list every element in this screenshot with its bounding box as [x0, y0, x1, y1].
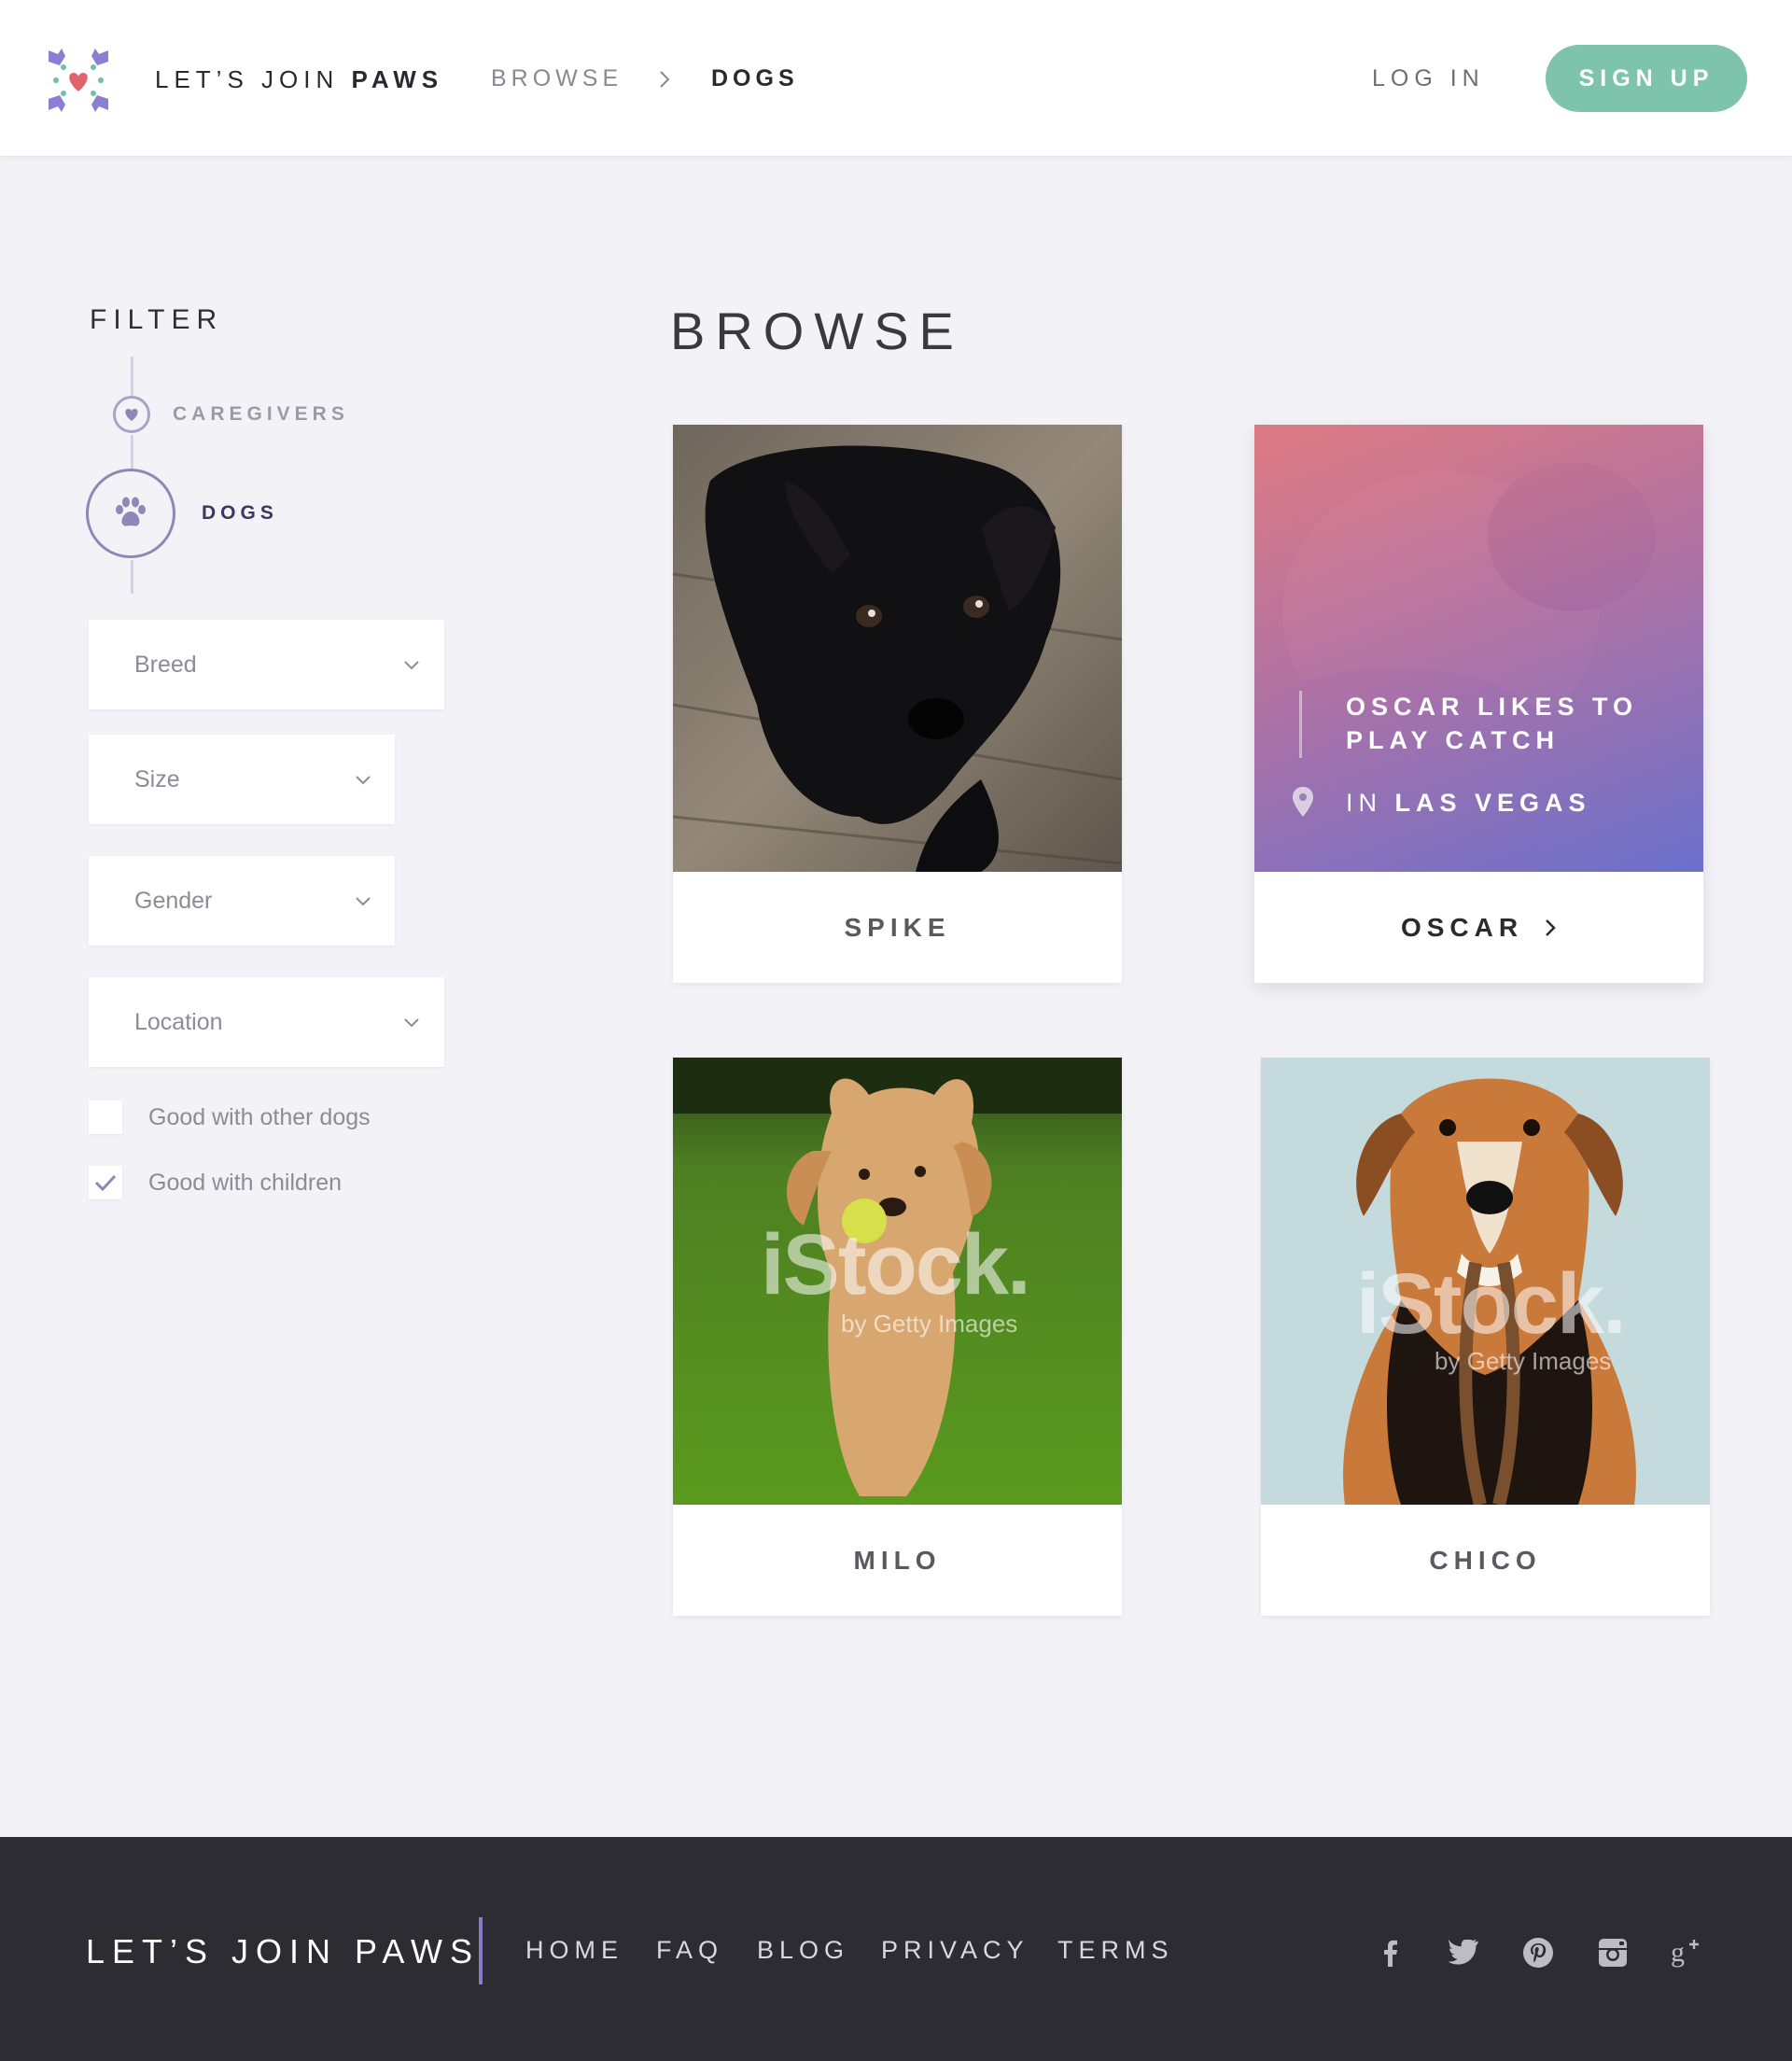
- footer-link-privacy[interactable]: PRIVACY: [881, 1936, 1029, 1965]
- top-header: LET’S JOIN PAWS BROWSE DOGS LOG IN SIGN …: [0, 0, 1792, 157]
- breed-dropdown-placeholder: Breed: [134, 652, 197, 678]
- heart-icon: [125, 408, 138, 421]
- good-with-dogs-label[interactable]: Good with other dogs: [148, 1104, 371, 1131]
- breadcrumb-browse[interactable]: BROWSE: [491, 65, 623, 92]
- category-dogs[interactable]: DOGS: [202, 502, 278, 525]
- chevron-down-icon: [404, 661, 419, 670]
- timeline-line: [131, 357, 133, 396]
- timeline-line: [131, 435, 133, 469]
- login-link[interactable]: LOG IN: [1372, 65, 1485, 92]
- istock-watermark: iStock.: [761, 1217, 1031, 1312]
- black-puppy-photo[interactable]: [673, 425, 1122, 872]
- twitter-icon[interactable]: [1445, 1934, 1482, 1971]
- good-with-children-label[interactable]: Good with children: [148, 1170, 342, 1197]
- dog-name-oscar-label: OSCAR: [1400, 912, 1524, 942]
- getty-watermark: by Getty Images: [1435, 1347, 1612, 1375]
- dog-photo-with-overlay[interactable]: OSCAR LIKES TO PLAY CATCH IN LAS VEGAS: [1254, 425, 1703, 872]
- dog-card-oscar[interactable]: OSCAR LIKES TO PLAY CATCH IN LAS VEGAS O…: [1254, 425, 1703, 983]
- dog-card-milo[interactable]: iStock. by Getty Images MILO: [673, 1058, 1122, 1616]
- google-plus-icon[interactable]: g: [1669, 1934, 1706, 1971]
- oscar-location: IN LAS VEGAS: [1346, 789, 1591, 818]
- footer-link-terms[interactable]: TERMS: [1057, 1936, 1174, 1965]
- beagle-mix-photo[interactable]: iStock. by Getty Images: [1261, 1058, 1710, 1505]
- category-caregivers[interactable]: CAREGIVERS: [173, 403, 349, 426]
- brand-name[interactable]: LET’S JOIN PAWS: [155, 65, 443, 94]
- location-pin-icon: [1293, 787, 1313, 817]
- breadcrumb-dogs: DOGS: [711, 65, 799, 91]
- chevron-down-icon: [404, 1018, 419, 1028]
- location-city: LAS VEGAS: [1394, 789, 1591, 817]
- good-with-children-checkbox[interactable]: [89, 1166, 122, 1199]
- chevron-down-icon: [356, 776, 371, 785]
- footer-link-faq[interactable]: FAQ: [656, 1936, 723, 1965]
- dog-name-spike[interactable]: SPIKE: [673, 872, 1122, 983]
- location-dropdown[interactable]: Location: [89, 977, 444, 1067]
- getty-watermark: by Getty Images: [841, 1310, 1018, 1338]
- oscar-tagline: OSCAR LIKES TO PLAY CATCH: [1346, 693, 1639, 754]
- dogs-category-button[interactable]: [86, 469, 175, 558]
- gender-dropdown[interactable]: Gender: [89, 856, 395, 946]
- good-with-dogs-checkbox[interactable]: [89, 1101, 122, 1134]
- footer-divider: [479, 1917, 483, 1984]
- size-dropdown-placeholder: Size: [134, 766, 180, 792]
- paw-icon: [116, 497, 146, 526]
- golden-retriever-photo[interactable]: iStock. by Getty Images: [673, 1058, 1122, 1505]
- facebook-icon[interactable]: [1372, 1934, 1409, 1971]
- location-prefix: IN: [1346, 789, 1382, 817]
- page-title: BROWSE: [670, 301, 964, 360]
- chevron-right-icon: [660, 71, 670, 88]
- footer-link-blog[interactable]: BLOG: [757, 1936, 849, 1965]
- gender-dropdown-placeholder: Gender: [134, 888, 213, 914]
- tagline-divider: [1299, 691, 1302, 758]
- site-footer: LET’S JOIN PAWS HOME FAQ BLOG PRIVACY TE…: [0, 1837, 1792, 2061]
- dog-name-milo[interactable]: MILO: [673, 1505, 1122, 1616]
- dog-card-chico[interactable]: iStock. by Getty Images CHICO: [1261, 1058, 1710, 1616]
- location-dropdown-placeholder: Location: [134, 1009, 223, 1035]
- istock-watermark: iStock.: [1356, 1256, 1627, 1352]
- instagram-icon[interactable]: [1594, 1934, 1631, 1971]
- brand-bold: PAWS: [351, 65, 444, 93]
- footer-brand[interactable]: LET’S JOIN PAWS: [86, 1932, 480, 1971]
- pinterest-icon[interactable]: [1519, 1934, 1557, 1971]
- paws-logo-icon[interactable]: [43, 45, 114, 116]
- footer-link-home[interactable]: HOME: [525, 1936, 623, 1965]
- dog-name-chico[interactable]: CHICO: [1261, 1505, 1710, 1616]
- svg-text:g: g: [1671, 1937, 1685, 1968]
- timeline-line: [131, 560, 133, 594]
- brand-prefix: LET’S JOIN: [155, 65, 352, 93]
- filter-title: FILTER: [90, 304, 224, 335]
- chevron-right-icon: [1546, 918, 1556, 936]
- caregivers-heart-icon[interactable]: [113, 396, 150, 433]
- checkmark-icon: [94, 1174, 117, 1192]
- size-dropdown[interactable]: Size: [89, 735, 395, 824]
- signup-button[interactable]: SIGN UP: [1546, 45, 1747, 112]
- dog-name-oscar[interactable]: OSCAR: [1254, 872, 1703, 983]
- dog-card-spike[interactable]: SPIKE: [673, 425, 1122, 983]
- breed-dropdown[interactable]: Breed: [89, 620, 444, 709]
- chevron-down-icon: [356, 897, 371, 906]
